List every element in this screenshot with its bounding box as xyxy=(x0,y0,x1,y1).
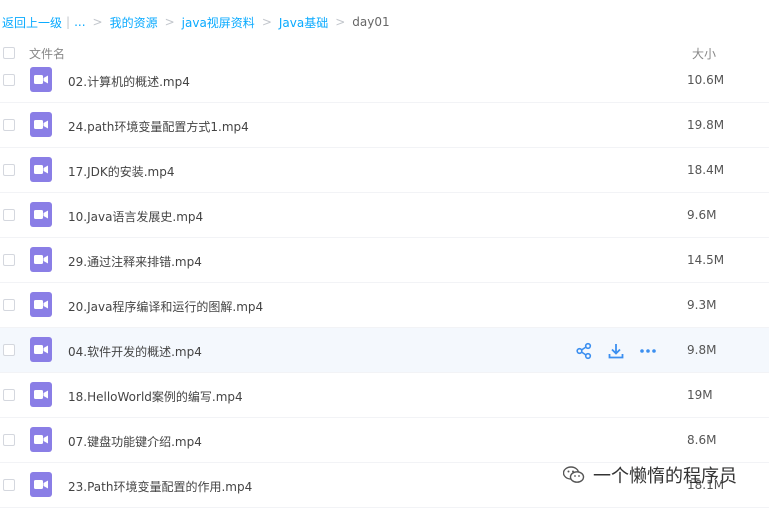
file-row[interactable]: 20.Java程序编译和运行的图解.mp4 9.3M xyxy=(0,283,769,328)
file-size: 10.6M xyxy=(687,73,725,87)
file-row[interactable]: 18.HelloWorld案例的编写.mp4 19M xyxy=(0,373,769,418)
video-file-icon xyxy=(30,382,52,407)
row-checkbox[interactable] xyxy=(3,74,15,86)
row-checkbox[interactable] xyxy=(3,434,15,446)
video-file-icon xyxy=(30,292,52,317)
file-row[interactable]: 10.Java语言发展史.mp4 9.6M xyxy=(0,193,769,238)
back-link[interactable]: 返回上一级 xyxy=(2,14,62,31)
row-checkbox[interactable] xyxy=(3,479,15,491)
video-file-icon xyxy=(30,247,52,272)
file-size: 19M xyxy=(687,388,713,402)
file-list: 02.计算机的概述.mp4 10.6M 24.path环境变量配置方式1.mp4 19… xyxy=(0,58,769,508)
row-checkbox[interactable] xyxy=(3,254,15,266)
file-name[interactable]: 10.Java语言发展史.mp4 xyxy=(68,208,203,225)
file-size: 18.4M xyxy=(687,163,725,177)
breadcrumb-ellipsis[interactable]: ... xyxy=(74,15,85,29)
file-size: 9.8M xyxy=(687,343,717,357)
download-icon xyxy=(607,344,625,364)
breadcrumb-separator: > xyxy=(261,15,272,29)
file-row[interactable]: 07.键盘功能键介绍.mp4 8.6M xyxy=(0,418,769,463)
file-size: 8.6M xyxy=(687,433,717,447)
breadcrumb-item-my-resources[interactable]: 我的资源 xyxy=(110,14,158,31)
file-name[interactable]: 02.计算机的概述.mp4 xyxy=(68,73,190,90)
more-icon xyxy=(639,345,657,364)
breadcrumb: 返回上一级 | ... > 我的资源 > java视屏资料 > Java基础 >… xyxy=(2,12,390,32)
breadcrumb-separator: > xyxy=(164,15,175,29)
file-name[interactable]: 07.键盘功能键介绍.mp4 xyxy=(68,433,202,450)
file-row[interactable]: 24.path环境变量配置方式1.mp4 19.8M xyxy=(0,103,769,148)
row-checkbox[interactable] xyxy=(3,164,15,176)
file-size: 14.5M xyxy=(687,253,725,267)
file-name[interactable]: 20.Java程序编译和运行的图解.mp4 xyxy=(68,298,263,315)
video-file-icon xyxy=(30,67,52,92)
file-size: 19.8M xyxy=(687,118,725,132)
more-button[interactable] xyxy=(639,342,657,360)
wechat-icon xyxy=(563,466,585,483)
share-button[interactable] xyxy=(575,342,593,360)
file-size: 9.6M xyxy=(687,208,717,222)
watermark-text: 一个懒惰的程序员 xyxy=(593,466,737,487)
file-row[interactable]: 02.计算机的概述.mp4 10.6M xyxy=(0,58,769,103)
breadcrumb-separator: > xyxy=(335,15,346,29)
file-row[interactable]: 17.JDK的安装.mp4 18.4M xyxy=(0,148,769,193)
breadcrumb-item-java-videos[interactable]: java视屏资料 xyxy=(182,14,255,31)
breadcrumb-item-java-basics[interactable]: Java基础 xyxy=(279,14,328,31)
video-file-icon xyxy=(30,202,52,227)
watermark: 一个懒惰的程序员 xyxy=(563,462,737,488)
file-name[interactable]: 24.path环境变量配置方式1.mp4 xyxy=(68,118,249,135)
row-actions xyxy=(575,342,657,360)
download-button[interactable] xyxy=(607,342,625,360)
row-checkbox[interactable] xyxy=(3,299,15,311)
row-checkbox[interactable] xyxy=(3,344,15,356)
video-file-icon xyxy=(30,112,52,137)
video-file-icon xyxy=(30,472,52,497)
file-name[interactable]: 18.HelloWorld案例的编写.mp4 xyxy=(68,388,243,405)
video-file-icon xyxy=(30,427,52,452)
row-checkbox[interactable] xyxy=(3,209,15,221)
breadcrumb-divider: | xyxy=(66,15,71,29)
file-name[interactable]: 04.软件开发的概述.mp4 xyxy=(68,343,202,360)
row-checkbox[interactable] xyxy=(3,389,15,401)
breadcrumb-current: day01 xyxy=(352,15,390,29)
file-name[interactable]: 29.通过注释来排错.mp4 xyxy=(68,253,202,270)
breadcrumb-separator: > xyxy=(92,15,103,29)
video-file-icon xyxy=(30,157,52,182)
video-file-icon xyxy=(30,337,52,362)
file-size: 9.3M xyxy=(687,298,717,312)
file-row[interactable]: 04.软件开发的概述.mp4 9.8M xyxy=(0,328,769,373)
file-row[interactable]: 29.通过注释来排错.mp4 14.5M xyxy=(0,238,769,283)
share-icon xyxy=(575,342,593,364)
file-name[interactable]: 17.JDK的安装.mp4 xyxy=(68,163,175,180)
row-checkbox[interactable] xyxy=(3,119,15,131)
file-name[interactable]: 23.Path环境变量配置的作用.mp4 xyxy=(68,478,252,495)
